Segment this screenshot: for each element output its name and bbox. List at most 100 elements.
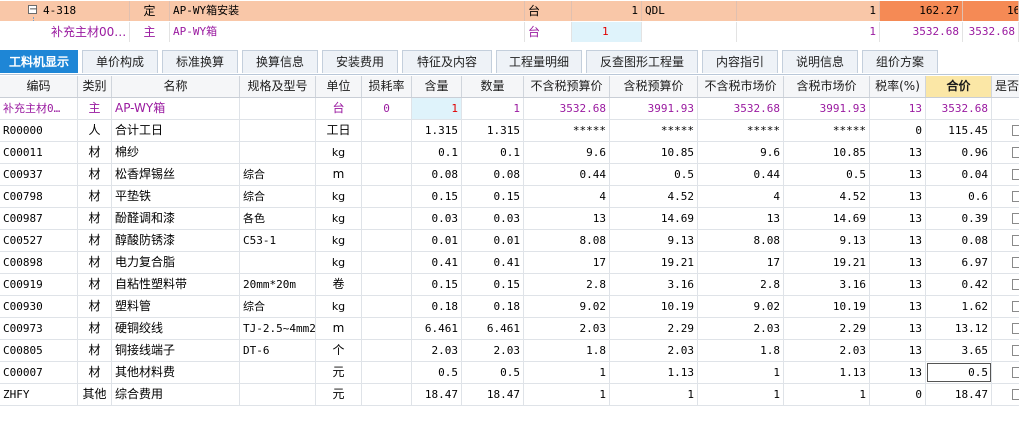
cell-spec[interactable] xyxy=(240,252,316,273)
col-unit[interactable]: 单位 xyxy=(316,76,362,97)
cell-loss[interactable] xyxy=(362,230,412,251)
row-checkbox[interactable] xyxy=(1012,235,1019,246)
cell-tax[interactable]: 13 xyxy=(870,340,926,361)
cell-spec[interactable] xyxy=(240,98,316,119)
cell-loss[interactable] xyxy=(362,384,412,405)
cell-unit[interactable]: kg xyxy=(316,142,362,163)
cell-p1[interactable]: ***** xyxy=(524,120,610,141)
cell-p2[interactable]: ***** xyxy=(610,120,698,141)
cell-tax[interactable]: 0 xyxy=(870,384,926,405)
cell-loss[interactable] xyxy=(362,296,412,317)
col-taxed-market[interactable]: 含税市场价 xyxy=(784,76,870,97)
row-checkbox[interactable] xyxy=(1012,125,1019,136)
cell-cat[interactable]: 材 xyxy=(78,274,112,295)
cell-content[interactable]: 1.315 xyxy=(412,120,462,141)
tab-description[interactable]: 说明信息 xyxy=(782,50,858,73)
cell-code[interactable]: 补充主材0… xyxy=(0,98,78,119)
cell-p2[interactable]: 3.16 xyxy=(610,274,698,295)
cell-p4[interactable]: 2.03 xyxy=(784,340,870,361)
cell-p1[interactable]: 9.6 xyxy=(524,142,610,163)
cell-name[interactable]: 平垫铁 xyxy=(112,186,240,207)
cell-cat[interactable]: 材 xyxy=(78,208,112,229)
cell-cat[interactable]: 材 xyxy=(78,252,112,273)
cell-name[interactable]: 酚醛调和漆 xyxy=(112,208,240,229)
col-name[interactable]: 名称 xyxy=(112,76,240,97)
cell-content[interactable]: 18.47 xyxy=(412,384,462,405)
cell-loss[interactable] xyxy=(362,164,412,185)
cell-p2[interactable]: 2.29 xyxy=(610,318,698,339)
cell-p3[interactable]: ***** xyxy=(698,120,784,141)
tab-quantity-detail[interactable]: 工程量明细 xyxy=(496,50,582,73)
cell-qty[interactable]: 0.03 xyxy=(462,208,524,229)
col-flag[interactable]: 是否 xyxy=(992,76,1019,97)
row-checkbox[interactable] xyxy=(1012,257,1019,268)
cell-total[interactable]: 0.08 xyxy=(926,230,992,251)
cell-unit[interactable]: 台 xyxy=(316,98,362,119)
col-code[interactable]: 编码 xyxy=(0,76,78,97)
cell-total[interactable]: 0.6 xyxy=(926,186,992,207)
table-row[interactable]: C00007 材其他材料费元 0.5 0.5 1 1.13 1 1.13 13 0.5 xyxy=(0,362,1019,384)
cell-spec[interactable] xyxy=(240,362,316,383)
cell-cat[interactable]: 人 xyxy=(78,120,112,141)
cell-p1[interactable]: 17 xyxy=(524,252,610,273)
cell-spec[interactable]: 各色 xyxy=(240,208,316,229)
cell-code[interactable]: C00930 xyxy=(0,296,78,317)
cell-total[interactable]: 0.39 xyxy=(926,208,992,229)
cell-tax[interactable]: 13 xyxy=(870,362,926,383)
cell-p4[interactable]: 1 xyxy=(784,384,870,405)
table-row[interactable]: C00987 材酚醛调和漆 各色 kg 0.03 0.03 13 14.69 13 14.69 13… xyxy=(0,208,1019,230)
cell-p4[interactable]: 10.85 xyxy=(784,142,870,163)
cell-total[interactable]: 3.65 xyxy=(926,340,992,361)
cell-p4[interactable]: 0.5 xyxy=(784,164,870,185)
cell-tax[interactable]: 13 xyxy=(870,296,926,317)
cell-cat[interactable]: 材 xyxy=(78,142,112,163)
table-row[interactable]: C00937 材松香焊锡丝 综合 m 0.08 0.08 0.44 0.5 0.44 0.5 13 0… xyxy=(0,164,1019,186)
cell-cat[interactable]: 主 xyxy=(78,98,112,119)
tab-install-fee[interactable]: 安装费用 xyxy=(322,50,398,73)
cell-code[interactable]: ZHFY xyxy=(0,384,78,405)
cell-p1[interactable]: 3532.68 xyxy=(524,98,610,119)
cell-spec[interactable]: 综合 xyxy=(240,186,316,207)
col-spec[interactable]: 规格及型号 xyxy=(240,76,316,97)
cell-loss[interactable] xyxy=(362,362,412,383)
cell-qty[interactable]: 0.1 xyxy=(462,142,524,163)
cell-p4[interactable]: 14.69 xyxy=(784,208,870,229)
cell-loss[interactable] xyxy=(362,208,412,229)
cell-p2[interactable]: 10.19 xyxy=(610,296,698,317)
cell-p1[interactable]: 4 xyxy=(524,186,610,207)
cell-p3[interactable]: 13 xyxy=(698,208,784,229)
cell-spec[interactable] xyxy=(240,120,316,141)
cell-name[interactable]: 合计工日 xyxy=(112,120,240,141)
cell-qty[interactable]: 18.47 xyxy=(462,384,524,405)
cell-content[interactable]: 0.18 xyxy=(412,296,462,317)
col-tax-rate[interactable]: 税率(%) xyxy=(870,76,926,97)
cell-spec[interactable]: DT-6 xyxy=(240,340,316,361)
cell-p2[interactable]: 4.52 xyxy=(610,186,698,207)
cell-tax[interactable]: 13 xyxy=(870,164,926,185)
cell-total[interactable]: 13.12 xyxy=(926,318,992,339)
tab-unit-price[interactable]: 单价构成 xyxy=(82,50,158,73)
quota-row-material[interactable]: 补充主材00… 主 AP-WY箱 台 1 1 3532.68 3532.68 xyxy=(0,22,1019,42)
cell-unit[interactable]: kg xyxy=(316,208,362,229)
cell-unit[interactable]: 元 xyxy=(316,362,362,383)
col-quantity[interactable]: 数量 xyxy=(462,76,524,97)
cell-tax[interactable]: 13 xyxy=(870,252,926,273)
col-pretax-market[interactable]: 不含税市场价 xyxy=(698,76,784,97)
cell-p4[interactable]: 9.13 xyxy=(784,230,870,251)
cell-tax[interactable]: 13 xyxy=(870,208,926,229)
cell-tax[interactable]: 13 xyxy=(870,318,926,339)
cell-loss[interactable] xyxy=(362,340,412,361)
cell-unit[interactable]: m xyxy=(316,164,362,185)
col-pretax-budget[interactable]: 不含税预算价 xyxy=(524,76,610,97)
cell-p3[interactable]: 8.08 xyxy=(698,230,784,251)
cell-total[interactable]: 0.5 xyxy=(926,362,992,383)
cell-cat[interactable]: 材 xyxy=(78,362,112,383)
cell-p2[interactable]: 19.21 xyxy=(610,252,698,273)
cell-code[interactable]: C00973 xyxy=(0,318,78,339)
cell-p4[interactable]: 1.13 xyxy=(784,362,870,383)
cell-qty[interactable]: 0.5 xyxy=(462,362,524,383)
cell-code[interactable]: C00798 xyxy=(0,186,78,207)
row-checkbox[interactable] xyxy=(1012,367,1019,378)
cell-name[interactable]: 塑料管 xyxy=(112,296,240,317)
cell-name[interactable]: AP-WY箱 xyxy=(112,98,240,119)
